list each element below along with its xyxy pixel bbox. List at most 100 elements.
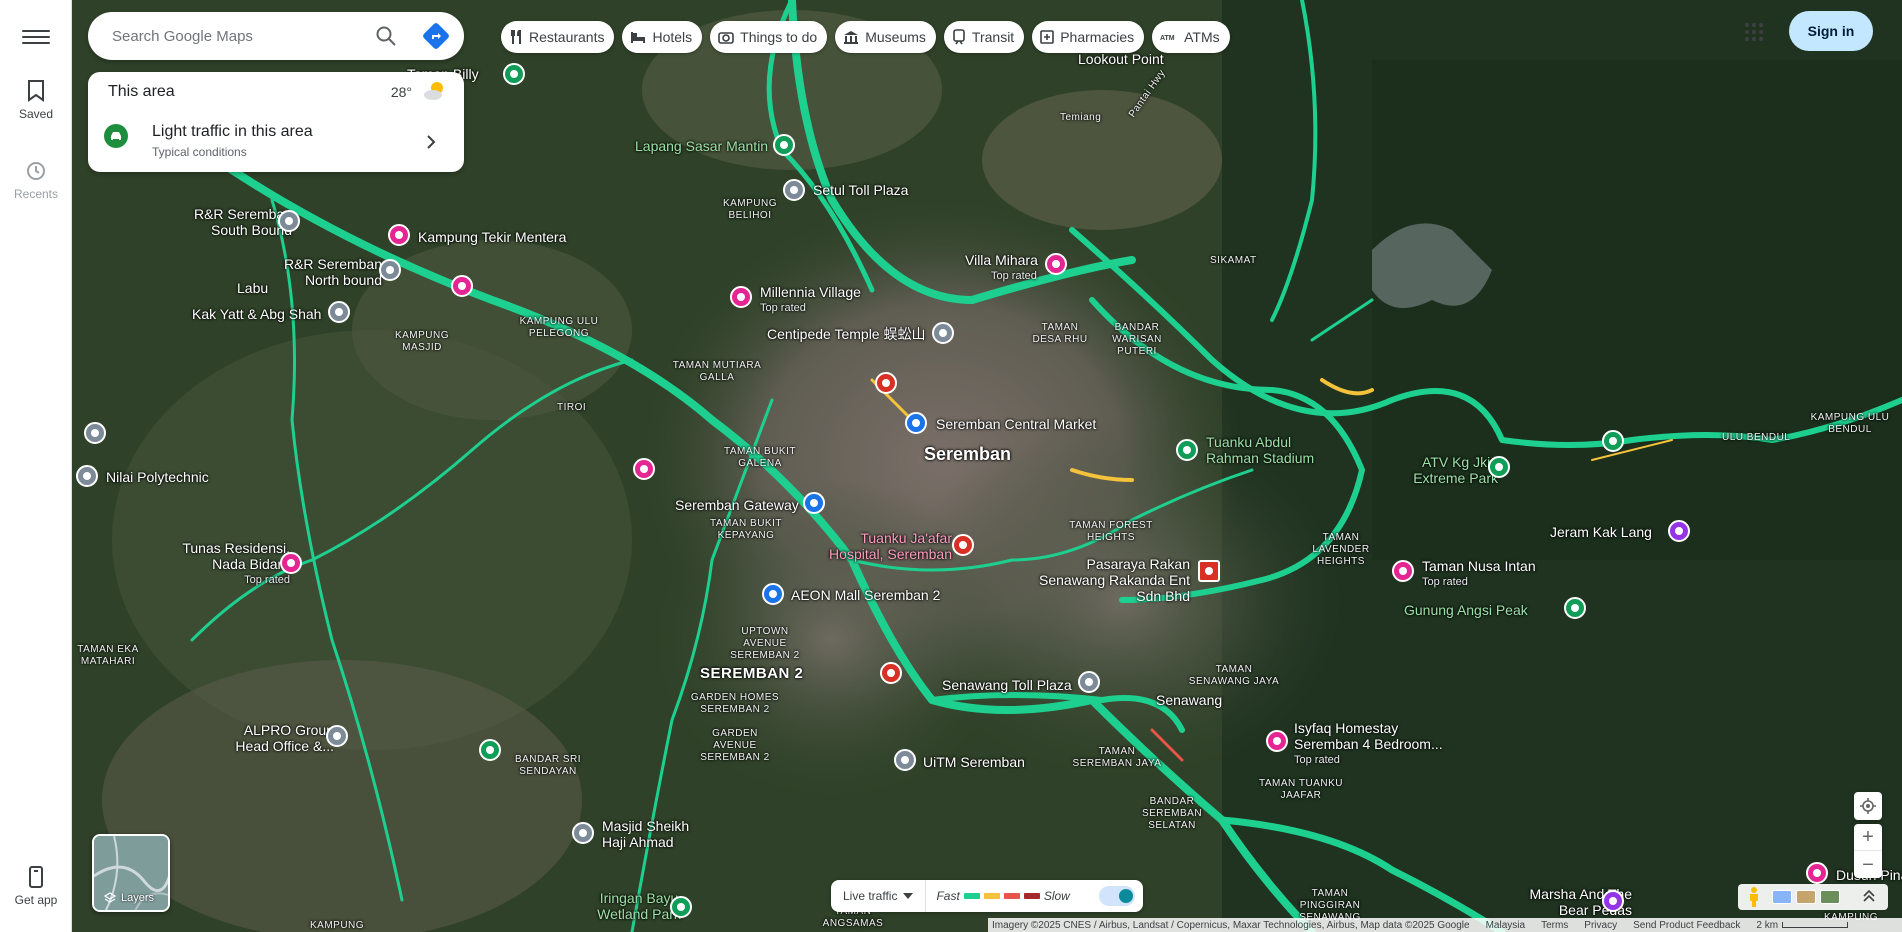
- country-link[interactable]: Malaysia: [1486, 920, 1525, 931]
- layers-button[interactable]: Layers: [92, 834, 170, 912]
- office-pin-alpro[interactable]: [326, 725, 348, 747]
- area-label-senawang-jaya: TAMAN SENAWANG JAYA: [1188, 664, 1280, 687]
- place-label-kak-yatt[interactable]: Kak Yatt & Abg Shah: [192, 306, 321, 322]
- place-label-aeon[interactable]: AEON Mall Seremban 2: [791, 587, 940, 603]
- university-pin[interactable]: [894, 749, 916, 771]
- restaurant-pin-kak-yatt[interactable]: [328, 301, 350, 323]
- traffic-toggle[interactable]: [1099, 886, 1135, 906]
- scale-bar[interactable]: 2 km: [1756, 920, 1849, 931]
- directions-icon[interactable]: [422, 22, 450, 50]
- place-label-senawang-toll[interactable]: Senawang Toll Plaza: [942, 677, 1072, 693]
- park-pin[interactable]: [503, 63, 525, 85]
- place-label-jeram[interactable]: Jeram Kak Lang: [1550, 524, 1652, 540]
- chip-transit[interactable]: Transit: [943, 21, 1025, 53]
- terrain-view-thumb[interactable]: [1796, 890, 1816, 904]
- mall-pin-aeon[interactable]: [762, 583, 784, 605]
- expand-up-icon[interactable]: [1862, 888, 1876, 902]
- place-label-nusa[interactable]: Taman Nusa Intan Top rated: [1422, 558, 1536, 590]
- place-label-rr-south[interactable]: R&R Seremban South Bound: [172, 206, 292, 238]
- hotel-pin-tekir[interactable]: [388, 224, 410, 246]
- place-label-centipede[interactable]: Centipede Temple 蜈蚣山: [767, 326, 925, 342]
- place-label-isyfaq[interactable]: Isyfaq Homestay Seremban 4 Bedroom... Top…: [1294, 720, 1444, 768]
- menu-icon[interactable]: [22, 26, 50, 48]
- place-label-uitm[interactable]: UiTM Seremban: [923, 754, 1025, 770]
- attraction-pin[interactable]: [451, 275, 473, 297]
- chip-things-to-do[interactable]: Things to do: [710, 21, 828, 53]
- place-label-masjid[interactable]: Masjid Sheikh Haji Ahmad: [602, 818, 712, 850]
- temple-pin[interactable]: [932, 322, 954, 344]
- rest-area-pin-south[interactable]: [278, 210, 300, 232]
- place-label-lapang[interactable]: Lapang Sasar Mantin: [635, 138, 768, 154]
- hospital-pin-jaafar[interactable]: [952, 534, 974, 556]
- saved-button[interactable]: Saved: [0, 80, 72, 121]
- hotel-pin-tunas[interactable]: [280, 552, 302, 574]
- place-label-central-market[interactable]: Seremban Central Market: [936, 416, 1096, 432]
- chip-hotels[interactable]: Hotels: [622, 21, 703, 53]
- recents-button[interactable]: Recents: [0, 160, 72, 201]
- hotel-pin-galena[interactable]: [633, 458, 655, 480]
- hotel-pin-millennia[interactable]: [730, 286, 752, 308]
- hotel-pin-isyfaq[interactable]: [1266, 730, 1288, 752]
- saved-label: Saved: [18, 107, 54, 121]
- place-label-tekir[interactable]: Kampung Tekir Mentera: [418, 229, 566, 245]
- mall-pin-gateway[interactable]: [803, 492, 825, 514]
- place-label-villa-mihara[interactable]: Villa Mihara Top rated: [965, 252, 1038, 284]
- hotel-pin-villa[interactable]: [1045, 253, 1067, 275]
- place-label-setul-toll[interactable]: Setul Toll Plaza: [813, 182, 908, 198]
- hospital-pin-north[interactable]: [875, 372, 897, 394]
- place-label-stadium[interactable]: Tuanku Abdul Rahman Stadium: [1206, 434, 1336, 466]
- shooting-range-pin[interactable]: [773, 134, 795, 156]
- place-label-gateway[interactable]: Seremban Gateway: [675, 497, 799, 513]
- park-pin-ulu[interactable]: [1602, 430, 1624, 452]
- zoom-out-button[interactable]: −: [1854, 851, 1882, 878]
- toll-pin-senawang[interactable]: [1078, 671, 1100, 693]
- place-label-atv[interactable]: ATV Kg Jkin Extreme Park: [1408, 454, 1498, 486]
- chip-atms[interactable]: ATM ATMs: [1152, 21, 1230, 53]
- place-label-gunung-angsi[interactable]: Gunung Angsi Peak: [1404, 602, 1528, 618]
- rest-area-pin-north[interactable]: [379, 259, 401, 281]
- pegman-icon[interactable]: [1741, 884, 1767, 910]
- place-label-lookout[interactable]: Lookout Point: [1078, 51, 1164, 67]
- place-label-tunas[interactable]: Tunas Residensi, Nada Bidara Top rated: [180, 540, 290, 588]
- privacy-link[interactable]: Privacy: [1584, 920, 1617, 931]
- school-pin-top[interactable]: [84, 422, 106, 444]
- park-pin-sendayan[interactable]: [479, 739, 501, 761]
- toll-pin[interactable]: [783, 179, 805, 201]
- chip-restaurants[interactable]: Restaurants: [501, 21, 615, 53]
- mosque-pin[interactable]: [572, 822, 594, 844]
- school-pin-nilai[interactable]: [76, 465, 98, 487]
- market-pin[interactable]: [905, 412, 927, 434]
- restaurant-pin[interactable]: [880, 662, 902, 684]
- chip-museums[interactable]: Museums: [835, 21, 936, 53]
- traffic-mode-dropdown[interactable]: Live traffic: [831, 880, 927, 912]
- sign-in-button[interactable]: Sign in: [1789, 11, 1873, 51]
- globe-view-thumb[interactable]: [1772, 890, 1792, 904]
- place-label-millennia[interactable]: Millennia Village Top rated: [760, 284, 861, 316]
- satellite-view-thumb[interactable]: [1820, 890, 1840, 904]
- hotel-pin-dusun[interactable]: [1806, 862, 1828, 884]
- park-pin-iringan[interactable]: [670, 896, 692, 918]
- attraction-pin-marsha[interactable]: [1602, 890, 1624, 912]
- shop-pin-rakan[interactable]: [1198, 560, 1220, 582]
- zoom-in-button[interactable]: +: [1854, 824, 1882, 851]
- traffic-summary-row[interactable]: Light traffic in this area Typical condi…: [88, 116, 464, 172]
- traffic-subtitle: Typical conditions: [152, 145, 247, 159]
- place-label-pasaraya[interactable]: Pasaraya Rakan Senawang Rakanda Ent Sdn …: [1024, 556, 1190, 604]
- my-location-button[interactable]: [1854, 792, 1882, 820]
- place-label-alpro[interactable]: ALPRO Group Head Office &...: [214, 722, 334, 754]
- place-label-nilai[interactable]: Nilai Polytechnic: [106, 469, 209, 485]
- search-input[interactable]: [112, 24, 352, 48]
- stadium-pin[interactable]: [1176, 439, 1198, 461]
- park-pin-atv[interactable]: [1488, 456, 1510, 478]
- hotel-pin-nusa[interactable]: [1392, 560, 1414, 582]
- place-label-hospital-jaafar[interactable]: Tuanku Ja'afar Hospital, Seremban: [812, 530, 952, 562]
- feedback-link[interactable]: Send Product Feedback: [1633, 920, 1740, 931]
- place-label-rr-north[interactable]: R&R Seremban North bound: [268, 256, 382, 288]
- search-icon[interactable]: [374, 24, 398, 48]
- chip-pharmacies[interactable]: Pharmacies: [1032, 21, 1145, 53]
- get-app-button[interactable]: Get app: [0, 866, 72, 907]
- apps-grid-icon[interactable]: [1742, 20, 1766, 44]
- peak-pin[interactable]: [1564, 597, 1586, 619]
- terms-link[interactable]: Terms: [1541, 920, 1568, 931]
- attraction-pin-jeram[interactable]: [1668, 520, 1690, 542]
